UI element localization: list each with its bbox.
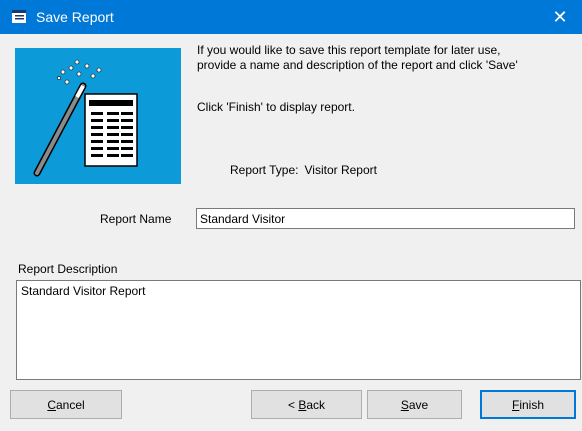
save-accel: S (400, 397, 409, 412)
cancel-label: ancel (55, 397, 85, 412)
report-description-label: Report Description (18, 262, 118, 276)
report-type: Report Type: Visitor Report (230, 163, 377, 177)
intro-line-1: If you would like to save this report te… (197, 43, 501, 57)
back-button[interactable]: < Back (251, 390, 362, 419)
save-label: ave (408, 397, 429, 412)
window-title: Save Report (36, 9, 114, 25)
report-type-value: Visitor Report (304, 163, 377, 177)
report-window-icon (12, 10, 26, 23)
title-bar: Save Report ✕ (0, 0, 582, 34)
cancel-button[interactable]: Cancel (10, 390, 122, 419)
save-button[interactable]: Save (367, 390, 462, 419)
cancel-accel: C (47, 397, 56, 412)
finish-note: Click 'Finish' to display report. (197, 100, 355, 114)
back-label: ack (306, 397, 326, 412)
close-button[interactable]: ✕ (538, 0, 582, 34)
intro-line-2: provide a name and description of the re… (197, 58, 518, 72)
close-icon: ✕ (552, 7, 568, 27)
intro-text: If you would like to save this report te… (197, 43, 577, 73)
report-description-textarea[interactable]: Standard Visitor Report (16, 280, 581, 380)
report-name-label: Report Name (100, 212, 172, 226)
magic-wand-report-icon (15, 48, 181, 184)
back-prefix: < (287, 397, 299, 412)
finish-button[interactable]: Finish (480, 390, 576, 419)
report-name-input[interactable] (196, 208, 575, 229)
report-type-label: Report Type: (230, 163, 299, 177)
dialog-body: If you would like to save this report te… (0, 34, 582, 431)
finish-label: inish (519, 397, 545, 412)
